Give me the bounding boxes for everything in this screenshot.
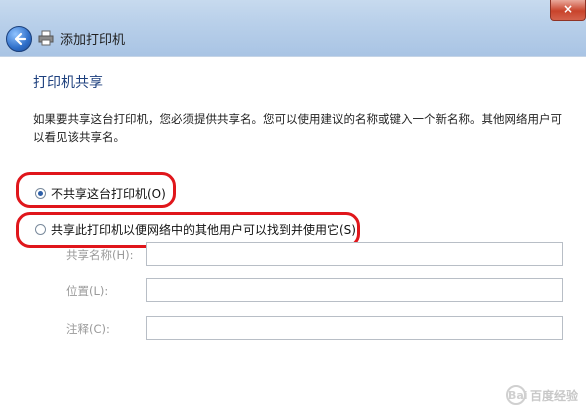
page-title: 打印机共享 [33, 75, 103, 91]
page-description: 如果要共享这台打印机，您必须提供共享名。您可以使用建议的名称或键入一个新名称。其… [33, 112, 562, 144]
watermark-logo-icon: Bai [505, 385, 528, 405]
title-bar: × 添加打印机 [0, 0, 586, 57]
back-arrow-icon [14, 32, 27, 46]
back-button[interactable] [6, 26, 32, 52]
watermark-text: 百度经验 [529, 388, 578, 403]
comment-label: 注释(C): [66, 322, 110, 336]
printer-icon [38, 30, 54, 46]
location-label: 位置(L): [66, 284, 109, 298]
share-name-input[interactable] [146, 242, 563, 266]
share-name-label: 共享名称(H): [66, 248, 134, 262]
highlight-annotation-do-not-share [16, 172, 176, 208]
location-input[interactable] [146, 278, 563, 302]
close-button[interactable]: × [550, 0, 586, 21]
watermark: Bai 百度经验 [505, 385, 578, 405]
window-title: 添加打印机 [60, 33, 126, 48]
comment-input[interactable] [146, 316, 563, 340]
